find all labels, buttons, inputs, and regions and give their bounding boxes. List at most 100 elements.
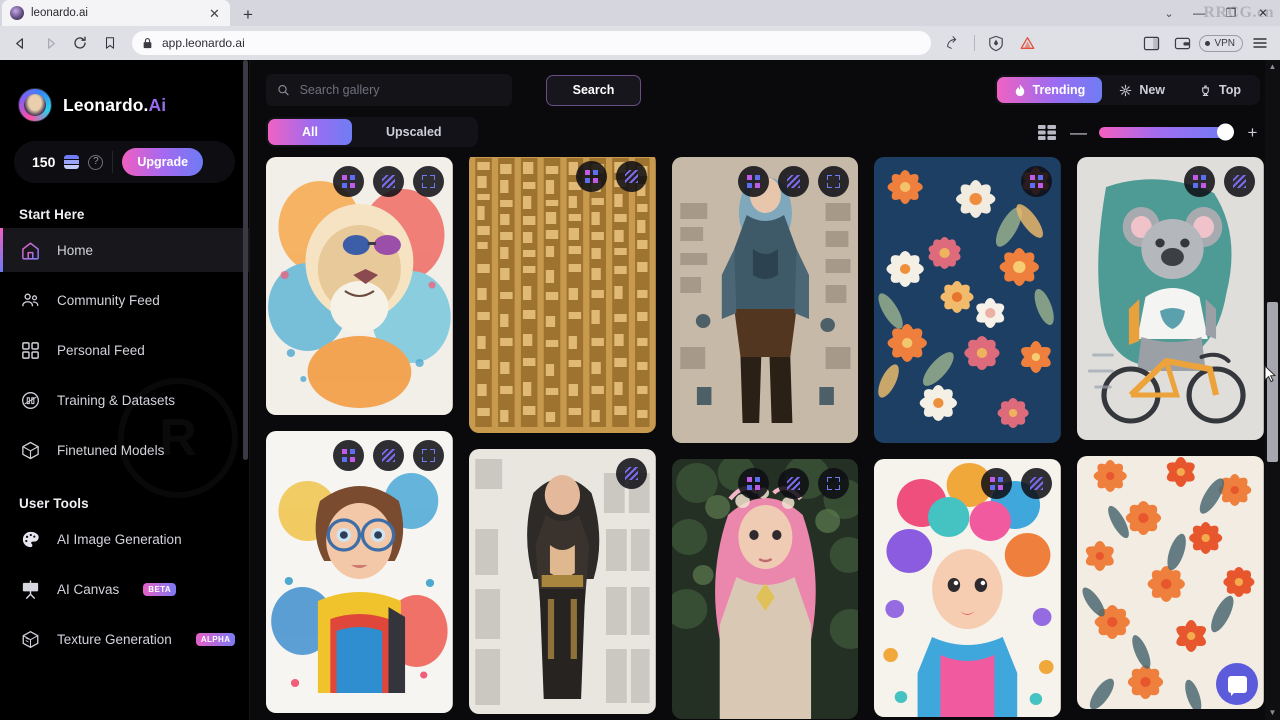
upscale-button[interactable] — [372, 166, 404, 197]
image-variation-button[interactable] — [575, 161, 607, 192]
expand-button[interactable] — [818, 468, 850, 499]
expand-button[interactable] — [412, 166, 444, 197]
search-button[interactable]: Search — [546, 74, 641, 106]
maximize-button[interactable]: ❐ — [1216, 1, 1246, 25]
back-icon[interactable] — [6, 30, 34, 56]
card-actions — [981, 468, 1053, 499]
gallery-card-rainbow-hair[interactable] — [874, 459, 1062, 717]
sidebar-item-ai-image-generation[interactable]: AI Image Generation — [0, 517, 249, 561]
tab-all[interactable]: All — [268, 119, 352, 145]
upscale-button[interactable] — [1223, 166, 1255, 197]
zoom-in-button[interactable]: + — [1245, 124, 1260, 141]
tab-upscaled[interactable]: Upscaled — [352, 119, 476, 145]
image-variation-button[interactable] — [1183, 166, 1215, 197]
vpn-toggle[interactable]: VPN — [1199, 34, 1243, 52]
leonardo-favicon-icon — [10, 6, 24, 20]
search-field-wrapper[interactable] — [266, 74, 512, 106]
zoom-slider-thumb[interactable] — [1217, 123, 1234, 141]
hamburger-menu-icon[interactable] — [1246, 30, 1274, 56]
image-variation-button[interactable] — [738, 468, 770, 499]
image-variation-button[interactable] — [981, 468, 1013, 499]
browser-tab-leonardo[interactable]: leonardo.ai ✕ — [2, 0, 230, 26]
close-window-button[interactable]: ✕ — [1248, 1, 1278, 25]
address-bar-text: app.leonardo.ai — [162, 36, 245, 50]
grid-layout-icon[interactable] — [1038, 124, 1056, 140]
gallery-card-dark-sorceress[interactable] — [468, 449, 656, 714]
main-content: Search Trending New Top — [250, 60, 1280, 720]
intercom-chat-launcher[interactable] — [1216, 663, 1258, 705]
address-bar[interactable]: app.leonardo.ai — [132, 31, 932, 55]
sidebar-item-training-datasets[interactable]: Training & Datasets — [0, 378, 249, 422]
community-feed-icon — [19, 289, 41, 311]
window-controls: ⌄ — ❐ ✕ — [1156, 0, 1280, 26]
vpn-label: VPN — [1214, 37, 1235, 49]
zoom-slider[interactable] — [1099, 123, 1234, 141]
brand-logo-area[interactable]: Leonardo.Ai — [0, 60, 249, 122]
gallery-card-girl-glasses[interactable] — [266, 431, 453, 713]
search-input[interactable] — [299, 83, 501, 97]
tab-top[interactable]: Top — [1182, 77, 1258, 103]
brave-leo-icon[interactable] — [1013, 30, 1041, 56]
minimize-button[interactable]: — — [1184, 1, 1214, 25]
sidebar-item-finetuned-models[interactable]: Finetuned Models — [0, 428, 249, 472]
upscale-button[interactable] — [1021, 468, 1053, 499]
chevron-down-icon[interactable]: ⌄ — [1156, 1, 1182, 25]
sidebar-item-label: Community Feed — [57, 292, 160, 308]
scroll-down-arrow[interactable]: ▼ — [1269, 706, 1277, 720]
image-variation-button[interactable] — [738, 166, 770, 197]
sidebar-scrollbar[interactable] — [243, 60, 248, 460]
upscale-button[interactable] — [615, 458, 647, 489]
grid-variation-icon — [747, 477, 761, 490]
upscale-button[interactable] — [372, 440, 404, 471]
upscale-button[interactable] — [778, 166, 810, 197]
upscale-button[interactable] — [615, 161, 647, 192]
credits-count: 150 — [32, 154, 56, 170]
sidebar-item-label: Finetuned Models — [57, 442, 165, 458]
sidebar-item-label: Texture Generation — [57, 631, 172, 647]
help-circle-icon[interactable]: ? — [88, 154, 104, 170]
scrollbar-track[interactable] — [1265, 74, 1280, 706]
card-actions — [615, 458, 647, 489]
sidebar-item-ai-canvas[interactable]: AI Canvas BETA — [0, 567, 249, 611]
share-icon[interactable] — [939, 30, 967, 56]
tab-new[interactable]: New — [1102, 77, 1182, 103]
gallery-card-lion[interactable] — [266, 157, 453, 415]
expand-icon — [421, 175, 435, 188]
artwork-koala — [1077, 157, 1264, 440]
sidebar-item-personal-feed[interactable]: Personal Feed — [0, 328, 249, 372]
filter-tabs: All Upscaled — [266, 117, 478, 147]
sidebar-item-home[interactable]: Home — [0, 228, 249, 272]
upgrade-button[interactable]: Upgrade — [122, 148, 204, 176]
expand-button[interactable] — [412, 440, 444, 471]
flame-icon — [1015, 84, 1024, 96]
sidebar-item-community-feed[interactable]: Community Feed — [0, 278, 249, 322]
diagonal-lines-icon — [1030, 477, 1044, 490]
gallery-card-warrior[interactable] — [671, 157, 859, 443]
gallery-card-hieroglyphs[interactable] — [468, 157, 656, 433]
gallery-card-pink-hair-elf[interactable] — [671, 459, 859, 719]
page-scrollbar[interactable]: ▲ ▼ — [1265, 60, 1280, 720]
tab-trending[interactable]: Trending — [996, 77, 1103, 103]
personal-feed-icon — [19, 339, 41, 361]
sidebar-panel-icon[interactable] — [1137, 30, 1165, 56]
wallet-icon[interactable] — [1168, 30, 1196, 56]
grid-variation-icon — [1030, 175, 1044, 188]
zoom-out-button[interactable]: — — [1070, 124, 1087, 141]
grid-variation-icon — [747, 175, 761, 188]
close-icon[interactable]: ✕ — [207, 6, 222, 21]
scroll-up-arrow[interactable]: ▲ — [1269, 60, 1277, 74]
sidebar-item-label: Personal Feed — [57, 342, 145, 358]
sidebar-item-texture-generation[interactable]: Texture Generation ALPHA — [0, 617, 249, 661]
bookmark-icon[interactable] — [96, 30, 124, 56]
brave-shield-icon[interactable] — [982, 30, 1010, 56]
gallery-card-koala[interactable] — [1077, 157, 1264, 440]
image-variation-button[interactable] — [332, 440, 364, 471]
image-variation-button[interactable] — [332, 166, 364, 197]
new-tab-button[interactable]: + — [234, 2, 262, 26]
expand-button[interactable] — [818, 166, 850, 197]
image-variation-button[interactable] — [1021, 166, 1053, 197]
reload-icon[interactable] — [66, 30, 94, 56]
upscale-button[interactable] — [778, 468, 810, 499]
gallery-card-floral-blue[interactable] — [874, 157, 1062, 443]
image-gallery: 人 RRCG 人人素材 — [250, 157, 1280, 720]
